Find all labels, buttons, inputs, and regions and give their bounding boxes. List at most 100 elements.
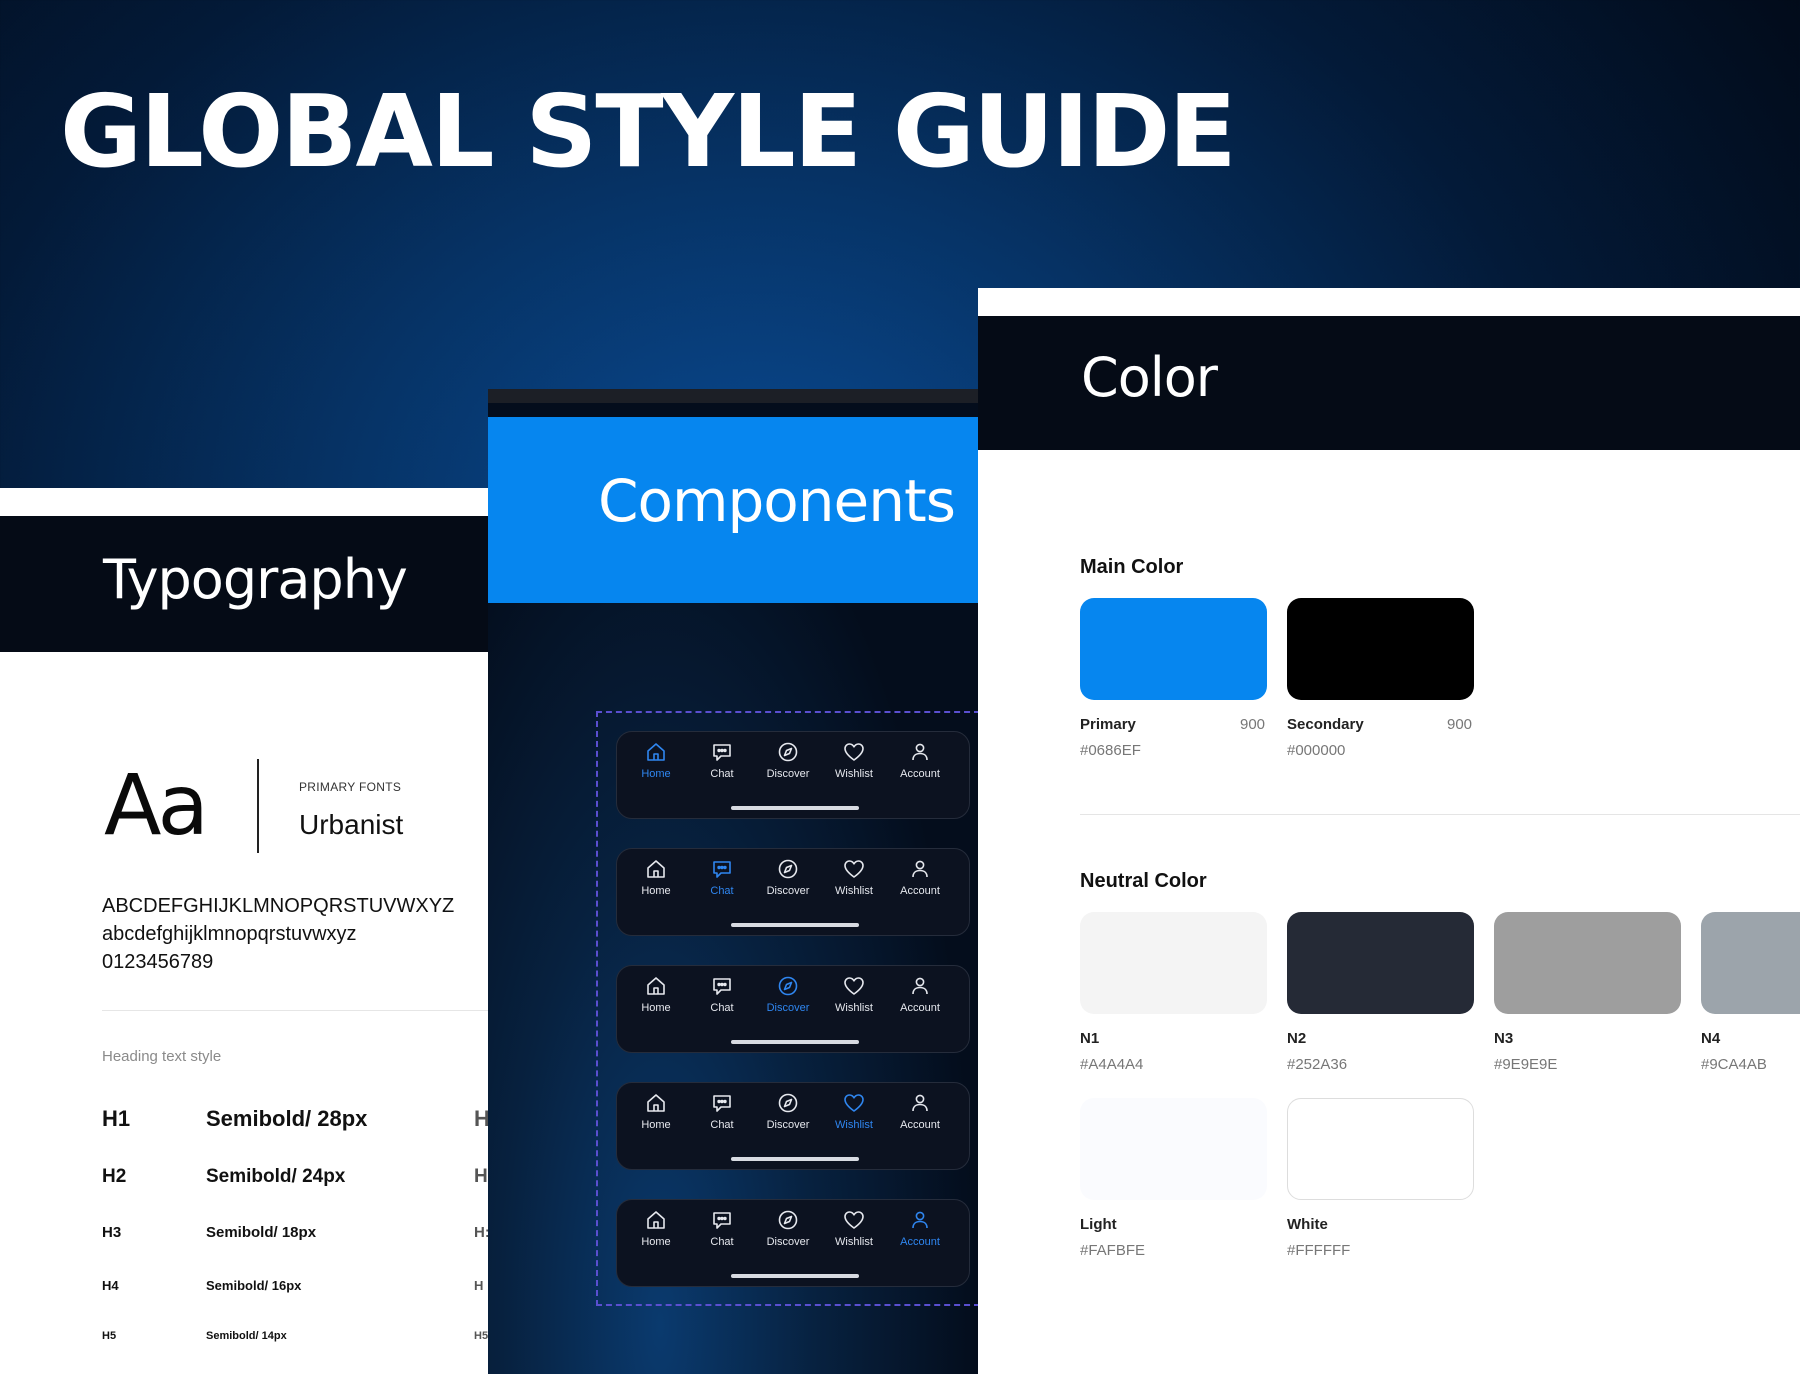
swatch-name: N3 bbox=[1494, 1030, 1514, 1047]
home-indicator bbox=[731, 923, 859, 927]
compass-icon bbox=[755, 740, 821, 764]
nav-item-account[interactable]: Account bbox=[887, 974, 953, 1014]
swatch-name: White bbox=[1287, 1216, 1328, 1233]
swatch-hex: #A4A4A4 bbox=[1080, 1056, 1144, 1073]
swatch-hex: #FAFBFE bbox=[1080, 1242, 1146, 1259]
swatch-shade: 900 bbox=[1447, 716, 1473, 733]
nav-item-label: Home bbox=[641, 1002, 671, 1014]
nav-item-label: Wishlist bbox=[835, 885, 873, 897]
nav-item-label: Wishlist bbox=[835, 1119, 873, 1131]
nav-item-label: Account bbox=[900, 885, 940, 897]
chat-icon bbox=[689, 1208, 755, 1232]
nav-item-chat[interactable]: Chat bbox=[689, 740, 755, 780]
swatch-name: N1 bbox=[1080, 1030, 1100, 1047]
home-indicator bbox=[731, 1157, 859, 1161]
heading-tag: H3 bbox=[102, 1224, 122, 1241]
nav-item-label: Chat bbox=[710, 885, 734, 897]
color-swatch bbox=[1287, 1098, 1474, 1200]
home-indicator bbox=[731, 806, 859, 810]
nav-item-chat[interactable]: Chat bbox=[689, 1208, 755, 1248]
nav-item-label: Discover bbox=[766, 1236, 810, 1248]
user-icon bbox=[887, 857, 953, 881]
nav-item-wishlist[interactable]: Wishlist bbox=[821, 1208, 887, 1248]
home-indicator bbox=[731, 1040, 859, 1044]
font-name: Urbanist bbox=[299, 809, 404, 840]
nav-item-home[interactable]: Home bbox=[623, 1208, 689, 1248]
user-icon bbox=[887, 740, 953, 764]
nav-item-account[interactable]: Account bbox=[887, 740, 953, 780]
lowercase-set: abcdefghijklmnopqrstuvwxyz bbox=[102, 923, 357, 945]
home-icon bbox=[623, 974, 689, 998]
nav-item-wishlist[interactable]: Wishlist bbox=[821, 974, 887, 1014]
heart-icon bbox=[821, 740, 887, 764]
nav-item-home[interactable]: Home bbox=[623, 857, 689, 897]
compass-icon bbox=[755, 974, 821, 998]
swatch-hex: #9CA4AB bbox=[1701, 1056, 1767, 1073]
nav-item-wishlist[interactable]: Wishlist bbox=[821, 857, 887, 897]
heading-tag-secondary: H bbox=[474, 1166, 488, 1187]
swatch-hex: #9E9E9E bbox=[1494, 1056, 1558, 1073]
color-swatch bbox=[1287, 912, 1474, 1014]
nav-item-home[interactable]: Home bbox=[623, 974, 689, 1014]
heart-icon bbox=[821, 974, 887, 998]
swatch-name: Secondary bbox=[1287, 716, 1364, 733]
bottom-navbar-variant: Home Chat Discover Wishlist Account bbox=[616, 848, 970, 936]
swatch-name: Light bbox=[1080, 1216, 1117, 1233]
nav-item-discover[interactable]: Discover bbox=[755, 1208, 821, 1248]
divider bbox=[257, 759, 259, 853]
nav-item-account[interactable]: Account bbox=[887, 1091, 953, 1131]
nav-item-label: Home bbox=[641, 768, 671, 780]
nav-item-label: Discover bbox=[766, 885, 810, 897]
color-swatch bbox=[1287, 598, 1474, 700]
nav-item-label: Account bbox=[900, 1002, 940, 1014]
swatch-hex: #0686EF bbox=[1080, 742, 1141, 759]
nav-item-label: Discover bbox=[766, 1119, 810, 1131]
nav-item-discover[interactable]: Discover bbox=[755, 740, 821, 780]
bottom-navbar-variant: Home Chat Discover Wishlist Account bbox=[616, 965, 970, 1053]
uppercase-set: ABCDEFGHIJKLMNOPQRSTUVWXYZ bbox=[102, 895, 455, 917]
swatch-hex: #252A36 bbox=[1287, 1056, 1348, 1073]
swatch-hex: #000000 bbox=[1287, 742, 1346, 759]
swatch-name: Primary bbox=[1080, 716, 1136, 733]
divider bbox=[1080, 814, 1800, 815]
nav-item-discover[interactable]: Discover bbox=[755, 974, 821, 1014]
nav-item-label: Home bbox=[641, 1119, 671, 1131]
nav-item-wishlist[interactable]: Wishlist bbox=[821, 740, 887, 780]
nav-item-account[interactable]: Account bbox=[887, 1208, 953, 1248]
character-set: ABCDEFGHIJKLMNOPQRSTUVWXYZ abcdefghijklm… bbox=[102, 892, 454, 976]
nav-item-label: Account bbox=[900, 768, 940, 780]
heading-spec: Semibold/ 24px bbox=[206, 1166, 346, 1187]
nav-item-label: Chat bbox=[710, 1236, 734, 1248]
nav-item-chat[interactable]: Chat bbox=[689, 1091, 755, 1131]
heading-tag: H2 bbox=[102, 1166, 127, 1187]
nav-item-wishlist[interactable]: Wishlist bbox=[821, 1091, 887, 1131]
user-icon bbox=[887, 1208, 953, 1232]
page-title: GLOBAL STYLE GUIDE bbox=[60, 73, 1237, 190]
nav-item-home[interactable]: Home bbox=[623, 740, 689, 780]
bottom-navbar-variant: Home Chat Discover Wishlist Account bbox=[616, 731, 970, 819]
nav-item-chat[interactable]: Chat bbox=[689, 857, 755, 897]
chat-icon bbox=[689, 740, 755, 764]
heading-tag-secondary: H bbox=[474, 1278, 484, 1293]
compass-icon bbox=[755, 1091, 821, 1115]
heading-tag: H1 bbox=[102, 1106, 131, 1131]
swatch-name: N4 bbox=[1701, 1030, 1721, 1047]
heading-spec: Semibold/ 16px bbox=[206, 1278, 302, 1293]
swatch-shade: 900 bbox=[1240, 716, 1266, 733]
nav-item-chat[interactable]: Chat bbox=[689, 974, 755, 1014]
bottom-navbar-variant: Home Chat Discover Wishlist Account bbox=[616, 1082, 970, 1170]
bottom-navbar-variant: Home Chat Discover Wishlist Account bbox=[616, 1199, 970, 1287]
nav-item-discover[interactable]: Discover bbox=[755, 857, 821, 897]
heading-spec: Semibold/ 14px bbox=[206, 1330, 287, 1342]
nav-item-label: Chat bbox=[710, 1119, 734, 1131]
color-title: Color bbox=[1081, 346, 1218, 409]
heading-spec: Semibold/ 28px bbox=[206, 1106, 368, 1131]
nav-item-account[interactable]: Account bbox=[887, 857, 953, 897]
compass-icon bbox=[755, 857, 821, 881]
nav-item-discover[interactable]: Discover bbox=[755, 1091, 821, 1131]
chat-icon bbox=[689, 857, 755, 881]
nav-item-home[interactable]: Home bbox=[623, 1091, 689, 1131]
swatch-hex: #FFFFFF bbox=[1287, 1242, 1351, 1259]
home-icon bbox=[623, 1091, 689, 1115]
user-icon bbox=[887, 974, 953, 998]
